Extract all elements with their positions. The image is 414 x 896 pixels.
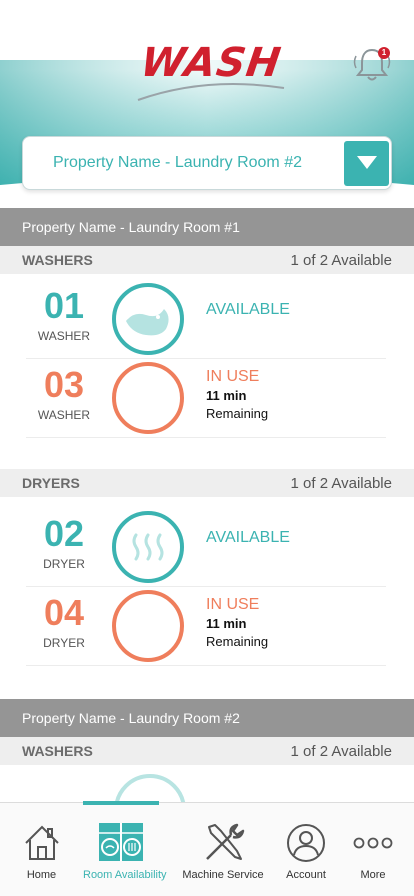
room-name: Property Name - Laundry Room #2: [22, 710, 240, 726]
machine-row[interactable]: 02 DRYER AVAILABLE: [26, 509, 386, 587]
machine-row[interactable]: 03 WASHER IN USE 11 min Remaining: [26, 360, 386, 438]
tab-label: Machine Service: [182, 869, 264, 881]
tab-label: Account: [286, 869, 326, 881]
machine-number: 03: [43, 364, 85, 405]
chevron-down-icon: [357, 156, 377, 169]
group-type: WASHERS: [22, 252, 93, 268]
machine-group-header: DRYERS 1 of 2 Available: [0, 469, 414, 497]
machine-kind: WASHER: [37, 329, 91, 343]
property-selector[interactable]: Property Name - Laundry Room #2: [22, 136, 392, 190]
group-type: WASHERS: [22, 743, 93, 759]
tab-label: Room Availability: [83, 869, 167, 881]
more-dots-icon: [353, 837, 393, 849]
machine-number: 02: [43, 513, 85, 554]
tab-label: More: [360, 869, 386, 881]
room-name: Property Name - Laundry Room #1: [22, 219, 240, 235]
tab-label: Home: [26, 869, 57, 881]
remaining-label: Remaining: [206, 406, 269, 421]
notification-badge: 1: [378, 47, 390, 59]
group-availability: 1 of 2 Available: [290, 252, 392, 269]
tab-machine-service[interactable]: Machine Service: [159, 803, 287, 896]
machine-kind: WASHER: [37, 408, 91, 422]
machine-row[interactable]: 04 DRYER IN USE 11 min Remaining: [26, 588, 386, 666]
machine-kind: DRYER: [43, 636, 85, 650]
time-remaining: 11 min: [206, 388, 247, 403]
machine-status: IN USE: [206, 368, 260, 385]
logo-swoosh: [137, 83, 285, 101]
machine-number: 04: [43, 592, 85, 633]
partial-status-ring: [114, 774, 186, 802]
group-availability: 1 of 2 Available: [290, 743, 392, 760]
home-icon: [24, 825, 59, 860]
machine-status: AVAILABLE: [206, 301, 290, 318]
user-icon: [287, 824, 325, 862]
remaining-label: Remaining: [206, 634, 269, 649]
property-selector-value: Property Name - Laundry Room #2: [53, 154, 302, 171]
machine-row[interactable]: 01 WASHER AVAILABLE: [26, 281, 386, 359]
machine-number: 01: [43, 285, 85, 326]
group-type: DRYERS: [22, 475, 80, 491]
app-header: WASH 1 Property Name - Laundry Room #2: [0, 0, 414, 200]
status-ring: [112, 511, 184, 583]
machine-kind: DRYER: [43, 557, 85, 571]
machine-status: AVAILABLE: [206, 529, 290, 546]
room-availability-icon: [99, 823, 143, 861]
status-ring: [112, 283, 184, 355]
in-use-ring-icon: [112, 362, 184, 434]
machine-group-header: WASHERS 1 of 2 Available: [0, 737, 414, 765]
group-availability: 1 of 2 Available: [290, 475, 392, 492]
bottom-tab-bar: Home Room Availability Machine Service A…: [0, 801, 414, 896]
time-remaining: 11 min: [206, 616, 247, 631]
room-header: Property Name - Laundry Room #1: [0, 208, 414, 246]
room-header: Property Name - Laundry Room #2: [0, 699, 414, 737]
wash-logo: WASH: [136, 40, 286, 104]
property-dropdown-button[interactable]: [344, 141, 389, 186]
machine-status: IN USE: [206, 596, 260, 613]
tab-room-availability[interactable]: Room Availability: [83, 803, 167, 896]
tab-account[interactable]: Account: [275, 803, 337, 896]
wrench-screwdriver-icon: [206, 823, 245, 860]
dryer-heat-icon: [132, 533, 164, 561]
tab-home[interactable]: Home: [0, 803, 83, 896]
tab-more[interactable]: More: [342, 803, 404, 896]
washer-water-icon: [126, 309, 169, 336]
in-use-ring-icon: [112, 590, 184, 662]
machine-group-header: WASHERS 1 of 2 Available: [0, 246, 414, 274]
